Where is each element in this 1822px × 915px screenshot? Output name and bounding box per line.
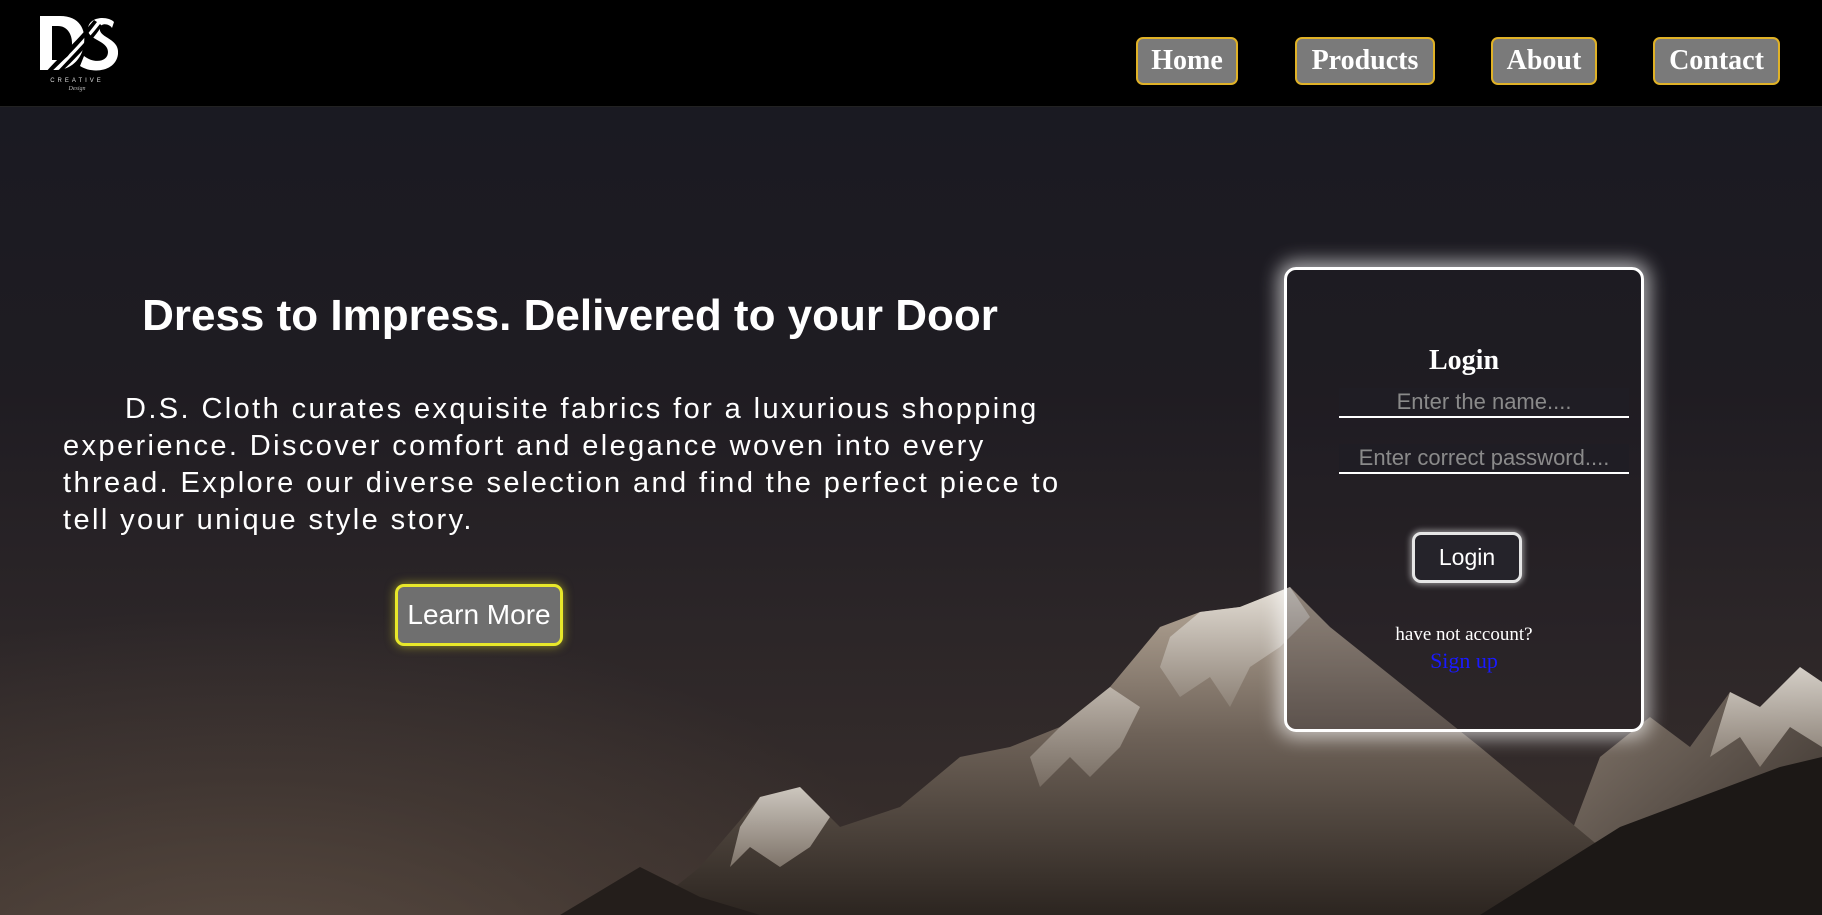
name-input[interactable] xyxy=(1339,388,1629,418)
hero-section: Dress to Impress. Delivered to your Door… xyxy=(0,107,1822,915)
nav-products-button[interactable]: Products xyxy=(1295,37,1435,85)
no-account-text: have not account? xyxy=(1395,624,1533,645)
logo-tagline: CREATIVE xyxy=(50,78,104,84)
top-navbar: CREATIVE Design Home Products About Cont… xyxy=(0,0,1822,107)
signup-link[interactable]: Sign up xyxy=(1287,648,1641,674)
logo-script-text: Design xyxy=(68,86,86,92)
login-button[interactable]: Login xyxy=(1412,532,1522,583)
login-title: Login xyxy=(1428,345,1500,376)
hero-headline: Dress to Impress. Delivered to your Door xyxy=(142,291,998,340)
nav-contact-button[interactable]: Contact xyxy=(1653,37,1780,85)
learn-more-button[interactable]: Learn More xyxy=(395,584,563,646)
nav-home-button[interactable]: Home xyxy=(1136,37,1238,85)
hero-description: D.S. Cloth curates exquisite fabrics for… xyxy=(63,393,1061,536)
login-card: Login Login have not account? Sign up xyxy=(1284,267,1644,732)
nav-about-button[interactable]: About xyxy=(1491,37,1597,85)
ds-logo-icon[interactable]: CREATIVE Design xyxy=(34,12,120,96)
password-input[interactable] xyxy=(1339,444,1629,474)
